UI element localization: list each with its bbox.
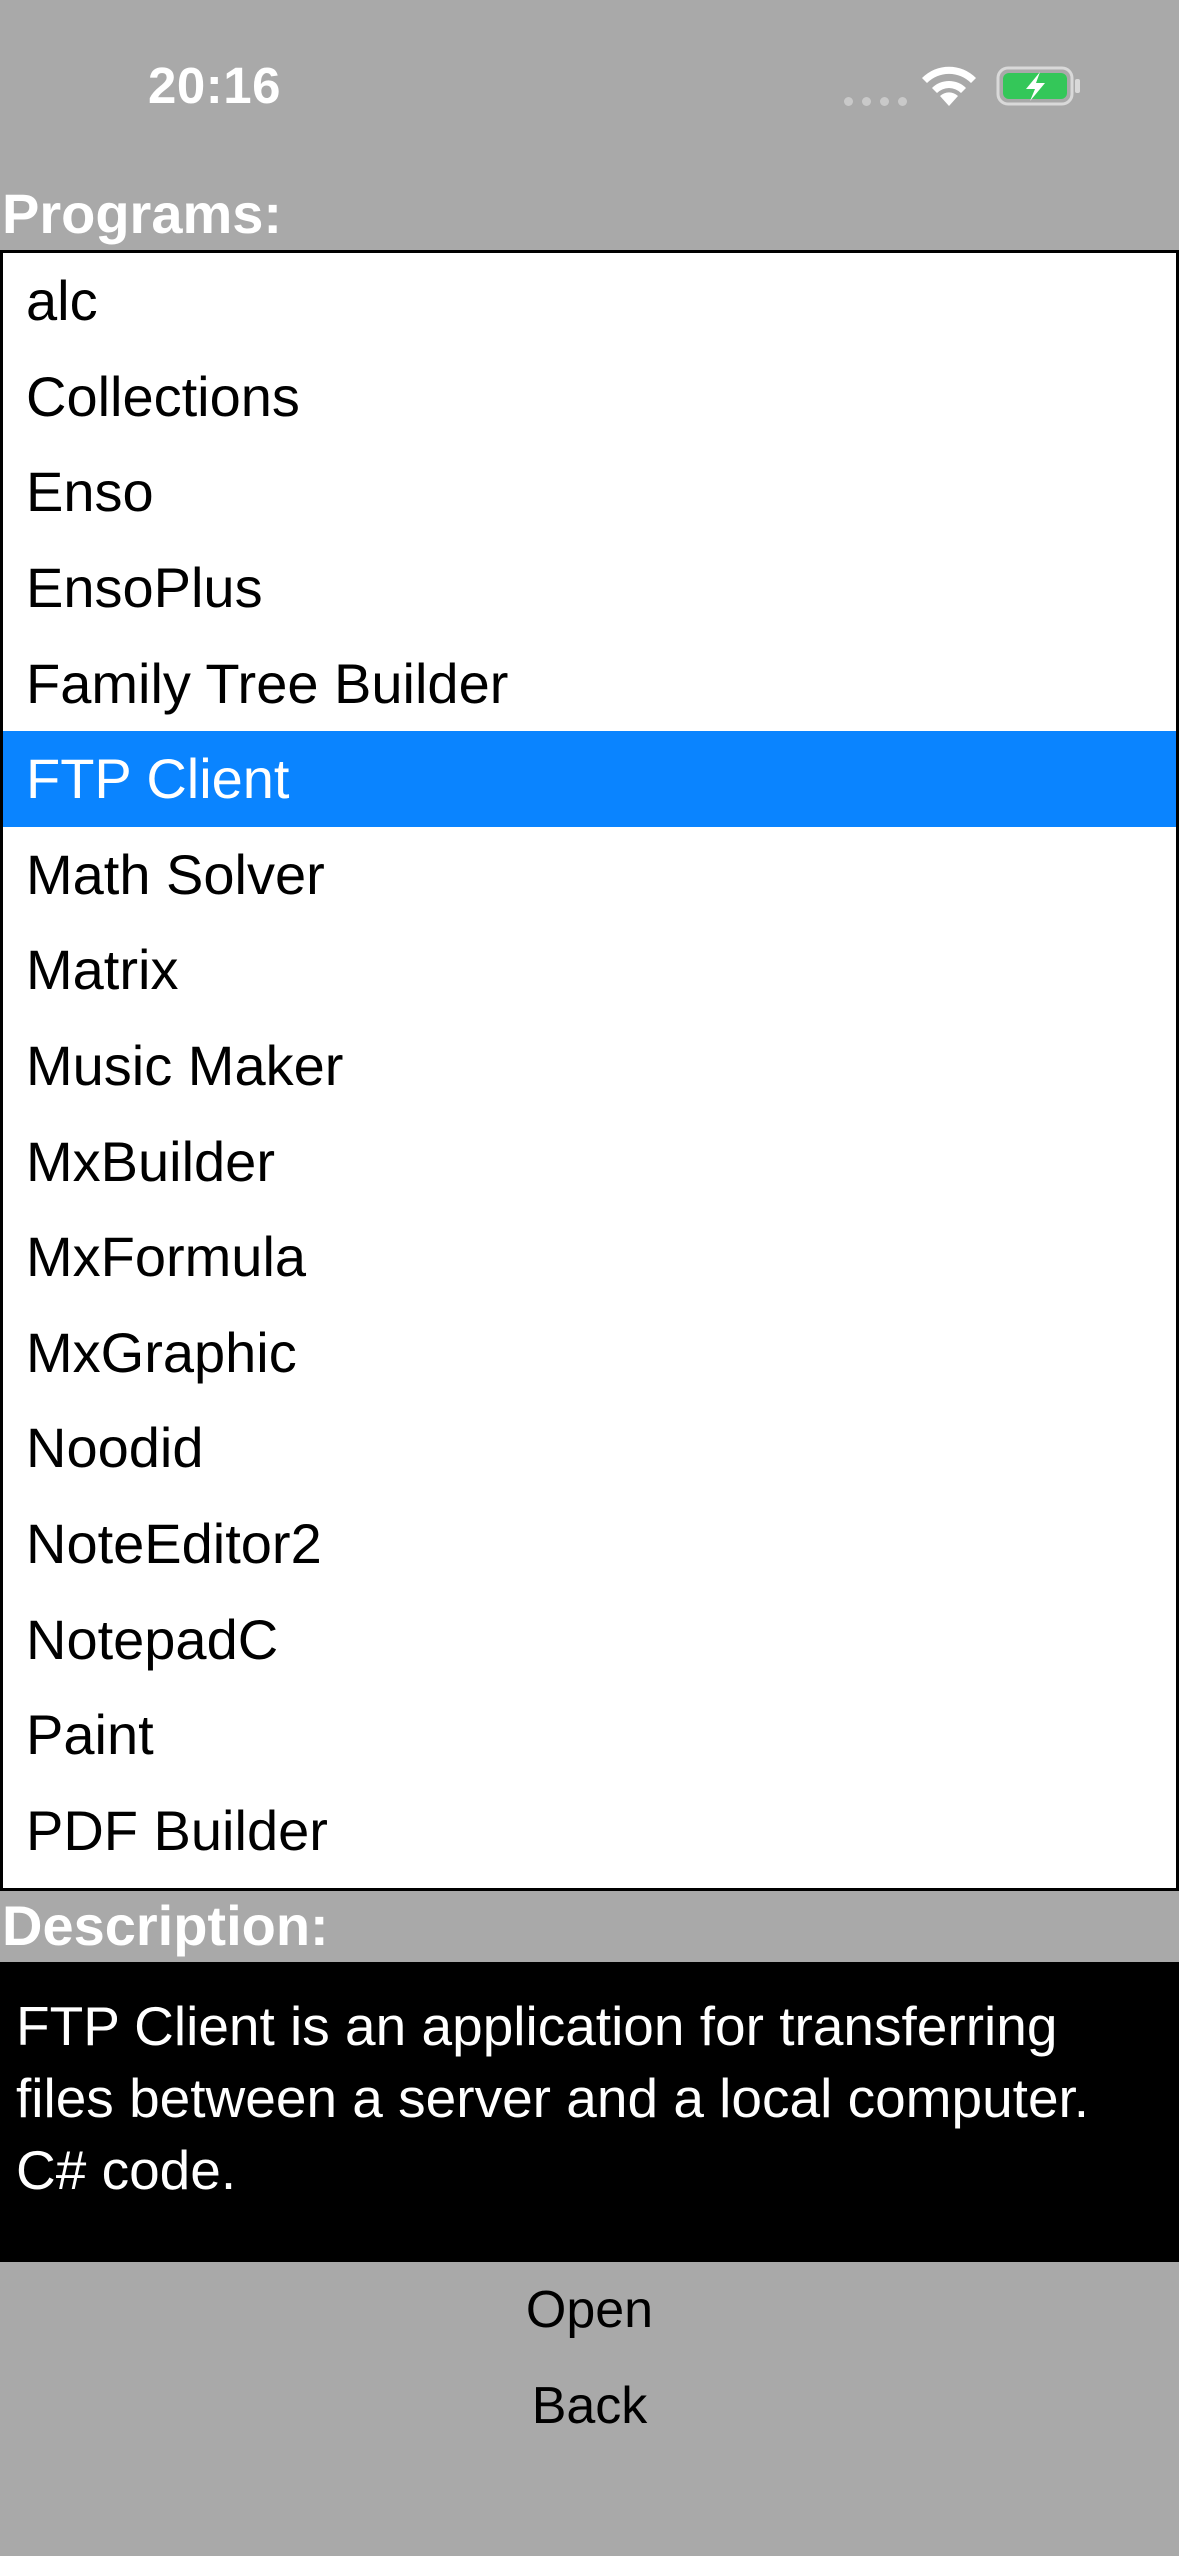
program-list-item[interactable]: Paint [3, 1687, 1176, 1783]
status-bar: 20:16 [0, 0, 1179, 175]
program-list-item[interactable]: Matrix [3, 922, 1176, 1018]
description-text: FTP Client is an application for transfe… [0, 1962, 1179, 2262]
program-list-item[interactable]: NoteEditor2 [3, 1496, 1176, 1592]
program-list-item[interactable]: Noodid [3, 1400, 1176, 1496]
programs-list[interactable]: alc Collections Enso EnsoPlus Family Tree Bu… [0, 250, 1179, 1891]
program-list-item[interactable]: Enso [3, 444, 1176, 540]
program-list-item[interactable]: alc [3, 253, 1176, 349]
wifi-icon [922, 66, 976, 106]
battery-charging-icon [996, 66, 1080, 106]
program-list-item[interactable]: MxFormula [3, 1209, 1176, 1305]
description-label: Description: [2, 1894, 329, 1957]
programs-label: Programs: [2, 182, 283, 245]
program-list-item[interactable]: MxBuilder [3, 1113, 1176, 1209]
program-list-item[interactable]: Math Solver [3, 827, 1176, 923]
program-list-item[interactable]: FTP Client [3, 730, 1176, 827]
program-list-item[interactable]: Family Tree Builder [3, 635, 1176, 731]
back-button[interactable]: Back [0, 2380, 1179, 2432]
program-list-item[interactable]: EnsoPlus [3, 540, 1176, 636]
status-time: 20:16 [148, 57, 281, 114]
program-list-item[interactable]: NotepadC [3, 1591, 1176, 1687]
open-button[interactable]: Open [0, 2284, 1179, 2336]
program-list-item[interactable]: Collections [3, 349, 1176, 445]
program-list-item[interactable]: MxGraphic [3, 1305, 1176, 1401]
program-list-item[interactable]: PDF Builder [3, 1783, 1176, 1879]
program-list-item[interactable]: Music Maker [3, 1018, 1176, 1114]
cellular-signal-icon [844, 97, 907, 106]
